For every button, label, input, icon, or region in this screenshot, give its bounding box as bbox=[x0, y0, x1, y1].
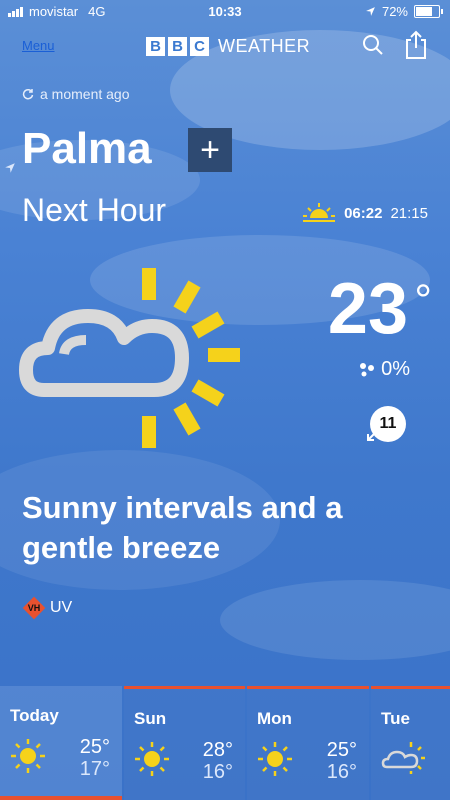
low-temp: 16° bbox=[326, 761, 357, 783]
sun-times: 06:22 21:15 bbox=[302, 202, 428, 224]
sun-icon bbox=[11, 739, 45, 773]
refresh-icon[interactable] bbox=[22, 88, 34, 100]
day-name: Tue bbox=[381, 709, 410, 728]
sun-icon bbox=[135, 742, 169, 776]
location-arrow-icon bbox=[366, 7, 375, 16]
wind-direction-icon bbox=[367, 429, 379, 441]
precipitation-value: 0% bbox=[381, 358, 410, 380]
uv-index: VH UV bbox=[22, 596, 73, 620]
weather-description: Sunny intervals and a gentle breeze bbox=[22, 490, 343, 565]
forecast-day-today[interactable]: Today 25° 17° bbox=[0, 686, 122, 800]
forecast-day-tue[interactable]: Tue bbox=[371, 686, 450, 800]
forecast-period-title: Next Hour bbox=[22, 192, 167, 228]
day-name: Today bbox=[10, 706, 59, 725]
battery-icon bbox=[414, 5, 443, 18]
last-updated-text: a moment ago bbox=[40, 86, 130, 102]
search-icon[interactable] bbox=[362, 34, 384, 56]
high-temp: 28° bbox=[202, 739, 233, 761]
status-bar: movistar 4G 10:33 72% bbox=[0, 0, 450, 24]
raindrops-icon bbox=[360, 362, 375, 376]
battery-percent: 72% bbox=[381, 4, 408, 19]
menu-button[interactable]: Menu bbox=[22, 38, 55, 53]
day-name: Mon bbox=[257, 709, 292, 728]
sunrise-time: 06:22 bbox=[344, 204, 383, 222]
city-name: Palma bbox=[22, 124, 152, 173]
logo-word: WEATHER bbox=[218, 36, 311, 56]
uv-label: UV bbox=[50, 599, 73, 616]
high-temp: 25° bbox=[79, 736, 110, 758]
last-updated: a moment ago bbox=[22, 86, 130, 102]
logo-letter: C bbox=[190, 37, 209, 56]
logo-letter: B bbox=[168, 37, 187, 56]
day-name: Sun bbox=[134, 709, 167, 728]
daily-forecast: Today 25° 17° Sun 28° 16° Mon 25° 16° Tu… bbox=[0, 686, 450, 800]
sunrise-icon bbox=[303, 203, 336, 222]
battery-fill bbox=[416, 7, 432, 16]
sunset-time: 21:15 bbox=[390, 204, 428, 222]
top-bar: Menu B B C WEATHER bbox=[0, 30, 450, 64]
sunny-intervals-icon bbox=[19, 268, 240, 448]
forecast-day-sun[interactable]: Sun 28° 16° bbox=[124, 686, 245, 800]
precipitation: 0% bbox=[357, 358, 410, 381]
add-location-button[interactable]: + bbox=[188, 128, 232, 172]
sun-icon bbox=[258, 742, 292, 776]
high-temp: 25° bbox=[326, 739, 357, 761]
low-temp: 16° bbox=[202, 761, 233, 783]
low-temp: 17° bbox=[79, 758, 110, 780]
current-temperature: 23 bbox=[327, 269, 408, 349]
sunny-intervals-icon bbox=[381, 742, 425, 774]
degree-symbol: ° bbox=[414, 276, 432, 325]
share-icon[interactable] bbox=[404, 30, 428, 60]
current-location-icon bbox=[5, 163, 15, 173]
logo-letter: B bbox=[146, 37, 165, 56]
uv-badge: VH bbox=[22, 596, 46, 620]
bbc-weather-logo: B B C WEATHER bbox=[146, 36, 310, 57]
uv-badge-label: VH bbox=[27, 603, 41, 613]
forecast-day-mon[interactable]: Mon 25° 16° bbox=[247, 686, 369, 800]
